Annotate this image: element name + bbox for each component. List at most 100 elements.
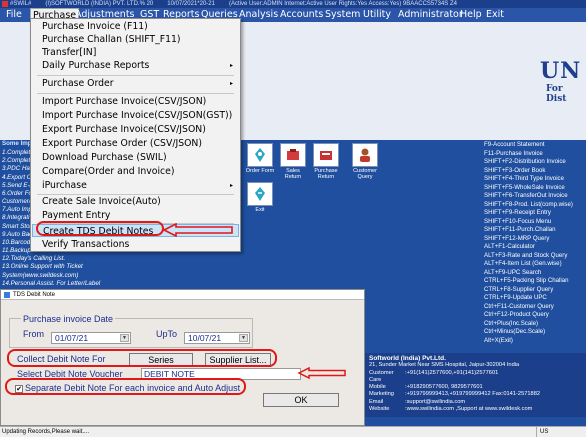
annotation-oval-separate [5, 378, 246, 395]
shortcut-item: Ctrl+F12-Product Query [484, 311, 549, 318]
shortcut-item: Alt+X(Exit) [484, 336, 513, 344]
menu-item-compare-order-invoice[interactable]: Compare(Order and Invoice) [32, 165, 239, 178]
menu-accounts[interactable]: Accounts [278, 8, 325, 22]
menu-item-purchase-invoice[interactable]: Purchase Invoice (F11) [32, 20, 239, 33]
info-value: :+919799999413,+919799999412 Fax:0141-25… [405, 391, 541, 398]
list-item[interactable]: 12.Today's Calling List. [2, 255, 102, 263]
menu-help[interactable]: Help [458, 8, 484, 22]
menu-analysis[interactable]: Analysis [237, 8, 280, 22]
menu-item-purchase-order[interactable]: Purchase Order ▸ [32, 77, 239, 90]
submenu-arrow-icon: ▸ [229, 182, 233, 189]
annotation-oval-menu [36, 221, 164, 236]
upto-date-field[interactable]: 10/07/21 ▼ [184, 332, 250, 344]
company-info-row: Marketing:+919799999413,+919799999412 Fa… [369, 391, 582, 398]
menu-file[interactable]: File [4, 8, 24, 22]
order-form-tile[interactable]: Order Form [245, 143, 275, 181]
upto-label: UpTo [156, 329, 178, 339]
shortcut-item: ALT+F3-Rate and Stock Query [484, 251, 568, 259]
company-title: (I)SOFTWORLD (INDIA) PVT. LTD.% 20 [45, 1, 154, 7]
menu-item-purchase-challan[interactable]: Purchase Challan (SHIFT_F11) [32, 33, 239, 46]
info-key: Email [369, 398, 384, 405]
shortcut-item: F11-Purchase Invoice [484, 149, 543, 157]
calendar-dropdown-icon[interactable]: ▼ [239, 334, 248, 342]
menu-item-import-purchase-invoice-gst[interactable]: Import Purchase Invoice(CSV/JSON(GST)) [32, 109, 239, 122]
menu-exit[interactable]: Exit [484, 8, 506, 22]
menu-item-import-purchase-invoice[interactable]: Import Purchase Invoice(CSV/JSON) [32, 95, 239, 108]
shortcut-item: ALT+F4-Item List (Gen.wise) [484, 260, 562, 267]
shortcut-item: SHIFT+F11-Purch.Challan [484, 226, 556, 233]
shortcut-item: Ctrl+Plus(Inc.Scale) [484, 319, 539, 327]
info-key: Customer Care [369, 369, 394, 383]
shortcut-item: CTRL+F5-Packing Slip Challan [484, 277, 569, 284]
menu-separator [37, 75, 234, 76]
list-item[interactable]: System(www.swildesk.com) [2, 272, 102, 280]
menu-item-ipurchase[interactable]: iPurchase ▸ [32, 179, 239, 192]
menu-item-export-purchase-order[interactable]: Export Purchase Order (CSV/JSON) [32, 137, 239, 150]
shortcut-item: SHIFT+F6-TransferOut Invoice [484, 192, 568, 199]
shortcut-key-list: F9-Account Statement F11-Purchase Invoic… [484, 141, 586, 345]
menu-item-create-sale-invoice[interactable]: Create Sale Invoice(Auto) [32, 195, 239, 208]
company-info-row: Email :support@swilindia.com [369, 399, 582, 406]
list-item[interactable]: 13.Online Support with Ticket [2, 263, 102, 271]
info-value: :support@swilindia.com [405, 398, 466, 405]
shortcut-item: CTRL+F9-Update UPC [484, 294, 547, 301]
version-text: US 16.3.4(10/07/21 [536, 427, 586, 437]
customer-query-tile[interactable]: Customer Query [350, 143, 380, 181]
menu-item-daily-purchase-reports[interactable]: Daily Purchase Reports ▸ [32, 59, 239, 72]
tile-label: Order Form [245, 168, 275, 174]
info-key: Mobile [369, 384, 386, 391]
tile-label: Sales Return [284, 168, 302, 180]
session-status: (Active User:ADMIN Internet:Active User … [228, 1, 457, 7]
brand-tagline: For Dist [546, 84, 567, 104]
info-value: :+918290577600, 9829577601 [405, 384, 483, 391]
company-info-row: Mobile :+918290577600, 9829577601 [369, 384, 582, 391]
tile-label: Purchase Return [314, 168, 338, 180]
dialog-title-bar: TDS Debit Note [1, 290, 364, 300]
shortcut-item: SHIFT+F12-MRP Query [484, 234, 550, 242]
status-message: Updating Records,Please wait.... [2, 429, 90, 435]
upto-date-value: 10/07/21 [188, 333, 222, 343]
shortcut-item: F9-Account Statement [484, 141, 545, 148]
status-bar: Updating Records,Please wait.... US 16.3… [0, 426, 586, 437]
purchase-return-tile[interactable]: Purchase Return [311, 143, 341, 181]
shortcut-item: SHIFT+F4-Third Type Invoice [484, 175, 564, 182]
menu-system[interactable]: System [323, 8, 362, 22]
dialog-title: TDS Debit Note [13, 292, 56, 298]
info-key: Website [369, 406, 390, 413]
shortcut-item: CTRL+F8-Supplier Query [484, 285, 554, 293]
menu-item-export-purchase-invoice[interactable]: Export Purchase Invoice(CSV/JSON) [32, 123, 239, 136]
menu-item-transfer-in[interactable]: Transfer[IN] [32, 46, 239, 59]
purchase-menu-dropdown: Purchase Invoice (F11) Purchase Challan … [30, 18, 241, 252]
calendar-dropdown-icon[interactable]: ▼ [120, 334, 129, 342]
sales-return-icon [280, 143, 306, 167]
tile-label: Customer Query [353, 168, 377, 180]
shortcut-item: SHIFT+F3-Order Book [484, 166, 546, 174]
customer-query-icon [352, 143, 378, 167]
company-info-panel: Softworld (India) Pvt.Ltd. 21, Sunder Ma… [365, 353, 586, 417]
list-item[interactable]: 14.Personal Assist. For Letter/Label [2, 280, 102, 288]
menu-item-verify-transactions[interactable]: Verify Transactions [32, 238, 239, 251]
menu-utility[interactable]: Utility [361, 8, 393, 22]
shortcut-item: SHIFT+F9-Receipt Entry [484, 209, 551, 216]
menu-administrator[interactable]: Administrator [396, 8, 465, 22]
from-date-field[interactable]: 01/07/21 ▼ [51, 332, 131, 344]
shortcut-item: SHIFT+F8-Prod. List(comp.wise) [484, 200, 573, 208]
submenu-arrow-icon: ▸ [229, 80, 233, 87]
exit-tile[interactable]: Exit [245, 182, 275, 220]
info-value: :www.swilindia.com ,Support at www.swild… [405, 406, 533, 413]
menu-item-label: Purchase Order [42, 78, 114, 89]
menu-item-download-purchase[interactable]: Download Purchase (SWIL) [32, 151, 239, 164]
submenu-arrow-icon: ▸ [229, 62, 233, 69]
company-info-row: Customer Care :+91(141)2577600,+91(141)25… [369, 370, 582, 385]
shortcut-item: SHIFT+F10-Focus Menu [484, 217, 552, 225]
app-icon [2, 1, 8, 7]
from-date-value: 01/07/21 [55, 333, 89, 343]
exit-icon [247, 182, 273, 206]
ok-button[interactable]: OK [263, 393, 339, 407]
shortcut-item: SHIFT+F2-Distribution Invoice [484, 158, 566, 165]
menu-separator [37, 93, 234, 94]
sales-return-tile[interactable]: Sales Return [278, 143, 308, 181]
annotation-arrow-icon [162, 223, 233, 237]
period-title: 10/07/2021*20-21 [167, 1, 215, 7]
info-value: :+91(141)2577600,+91(141)2577601 [405, 369, 499, 376]
